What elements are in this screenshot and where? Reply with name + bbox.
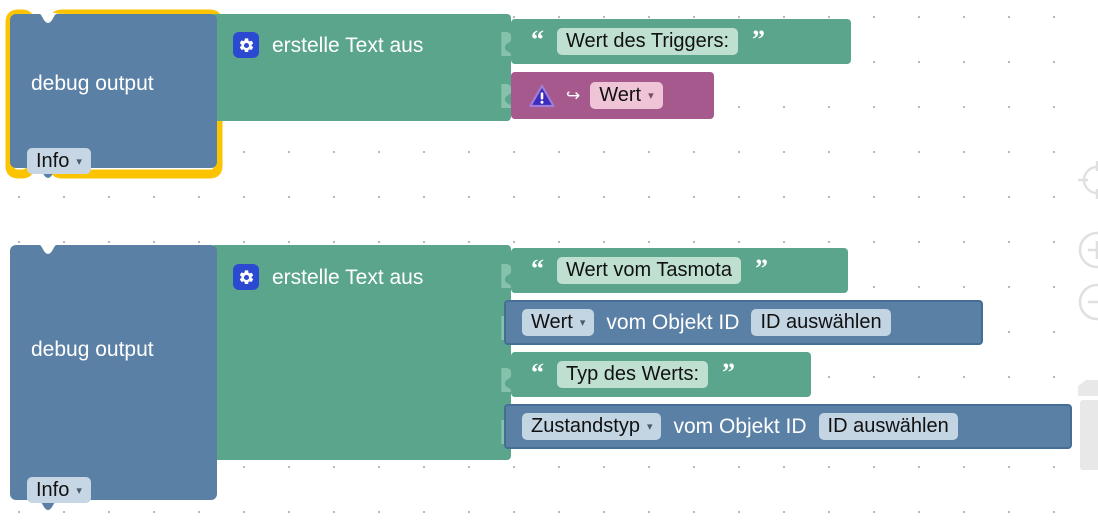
text-value-field[interactable]: Wert des Triggers:: [557, 28, 739, 55]
hook-arrow-icon: ↪: [566, 85, 581, 105]
debug-output-block-2[interactable]: debug output Info ▾: [10, 244, 217, 510]
chevron-down-icon: ▾: [579, 317, 586, 330]
text-value-field[interactable]: Wert vom Tasmota: [557, 257, 741, 284]
trigger-value-block[interactable]: ↪ Wert ▾: [511, 72, 714, 119]
get-object-value-block[interactable]: Wert ▾ vom Objekt ID ID auswählen: [504, 300, 983, 345]
trashcan-icon[interactable]: [1064, 378, 1098, 474]
severity-dropdown[interactable]: Info ▾: [27, 477, 91, 504]
create-text-label: erstelle Text aus: [272, 34, 424, 57]
severity-dropdown[interactable]: Info ▾: [27, 148, 91, 175]
zoom-out-icon[interactable]: [1077, 282, 1098, 322]
text-literal-block-3[interactable]: “ Typ des Werts: ”: [511, 352, 811, 397]
text-literal-block-1[interactable]: “ Wert des Triggers: ”: [511, 19, 851, 64]
debug-output-label: debug output: [31, 338, 154, 361]
object-id-label: vom Objekt ID: [673, 414, 807, 438]
chevron-down-icon: ▾: [648, 90, 654, 103]
object-id-field[interactable]: ID auswählen: [818, 413, 958, 440]
top-notch: [30, 244, 66, 254]
object-id-label: vom Objekt ID: [606, 310, 740, 334]
close-quote-icon: ”: [754, 253, 768, 283]
warning-triangle-icon: [528, 83, 556, 109]
text-value-field[interactable]: Typ des Werts:: [557, 361, 709, 388]
create-text-block-1[interactable]: erstelle Text aus: [211, 14, 512, 121]
create-text-label: erstelle Text aus: [272, 266, 424, 289]
close-quote-icon: ”: [722, 357, 735, 387]
blockly-workspace[interactable]: erstelle Text aus “ Wert des Triggers: ”…: [0, 0, 1098, 528]
severity-value: Info: [36, 150, 70, 172]
chevron-down-icon: ▾: [76, 156, 82, 169]
close-quote-icon: ”: [752, 24, 765, 54]
create-text-block-2[interactable]: erstelle Text aus: [211, 245, 512, 460]
get-object-type-block[interactable]: Zustandstyp ▾ vom Objekt ID ID auswählen: [504, 404, 1072, 449]
trigger-property-value: Wert: [599, 84, 642, 107]
gear-icon[interactable]: [233, 32, 259, 58]
center-target-icon[interactable]: [1077, 160, 1098, 200]
debug-output-label: debug output: [31, 72, 154, 95]
gear-icon[interactable]: [233, 264, 259, 290]
object-id-field[interactable]: ID auswählen: [751, 309, 891, 336]
zoom-in-icon[interactable]: [1077, 230, 1098, 270]
state-type-dropdown[interactable]: Zustandstyp ▾: [522, 413, 662, 440]
state-type-value: Zustandstyp: [531, 415, 640, 438]
text-literal-block-2[interactable]: “ Wert vom Tasmota ”: [511, 248, 848, 293]
debug-output-block-1[interactable]: debug output Info ▾: [10, 13, 217, 178]
open-quote-icon: “: [531, 253, 544, 283]
object-property-value: Wert: [531, 311, 573, 334]
open-quote-icon: “: [531, 357, 544, 387]
trigger-property-dropdown[interactable]: Wert ▾: [590, 82, 663, 109]
top-notch: [30, 13, 66, 23]
chevron-down-icon: ▾: [646, 421, 653, 434]
open-quote-icon: “: [531, 24, 544, 54]
chevron-down-icon: ▾: [76, 485, 82, 498]
severity-value: Info: [36, 479, 70, 501]
object-property-dropdown[interactable]: Wert ▾: [522, 309, 595, 336]
